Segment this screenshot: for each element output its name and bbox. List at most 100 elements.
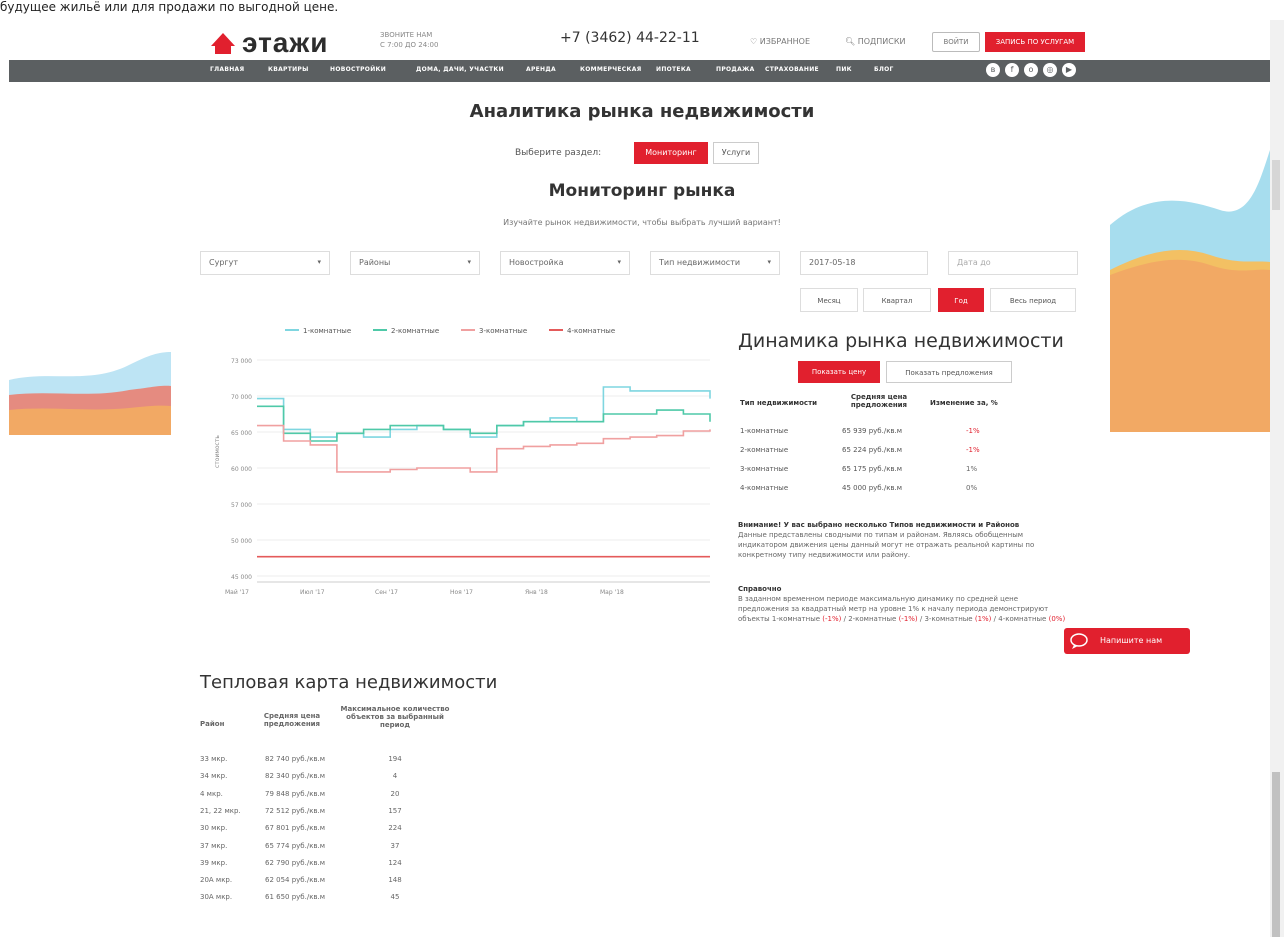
section-services-button[interactable]: Услуги [713, 142, 759, 164]
y-axis-label: стоимость [214, 435, 221, 468]
dyn-row-price: 45 000 руб./кв.м [842, 484, 903, 492]
heat-row-count: 20 [390, 789, 400, 798]
period-quarter-button[interactable]: Квартал [863, 288, 931, 312]
type-select[interactable]: Тип недвижимости ▾ [650, 251, 780, 275]
period-all-button[interactable]: Весь период [990, 288, 1076, 312]
period-month-button[interactable]: Месяц [800, 288, 858, 312]
legend-label: 4-комнатные [567, 327, 615, 335]
social-yt-icon[interactable]: ▶ [1062, 63, 1076, 77]
heat-row-count: 157 [388, 806, 402, 815]
reference-note: Справочно В заданном временном периоде м… [738, 584, 1068, 624]
call-us-label: ЗВОНИТЕ НАМ [380, 31, 433, 39]
heatmap-title: Тепловая карта недвижимости [200, 672, 498, 693]
scrollbar-thumb-inner[interactable] [1272, 160, 1280, 210]
building-value: Новостройка [509, 258, 564, 267]
heat-row-district: 30 мкр. [200, 824, 228, 833]
ref-link[interactable]: (0%) [1049, 615, 1066, 623]
section-monitoring-button[interactable]: Мониторинг [634, 142, 708, 164]
login-button[interactable]: ВОЙТИ [932, 32, 980, 52]
heat-row-price: 65 774 руб./кв.м [265, 841, 326, 850]
page-caption: будущее жильё или для продажи по выгодно… [0, 0, 339, 14]
scrollbar-thumb[interactable] [1272, 772, 1280, 937]
ref-link[interactable]: (1%) [975, 615, 992, 623]
heat-row-district: 30А мкр. [200, 893, 233, 902]
social-ok-icon[interactable]: о [1024, 63, 1038, 77]
dyn-row-type: 4-комнатные [740, 484, 789, 492]
show-offers-button[interactable]: Показать предложения [886, 361, 1012, 383]
dyn-row-change: -1% [966, 446, 980, 454]
nav-item[interactable]: ИПОТЕКА [656, 66, 691, 73]
social-f-icon[interactable]: f [1005, 63, 1019, 77]
heat-row-count: 194 [388, 755, 402, 763]
chevron-down-icon: ▾ [467, 258, 471, 266]
period-year-button[interactable]: Год [938, 288, 984, 312]
dyn-row-price: 65 175 руб./кв.м [842, 465, 903, 473]
x-tick-label: Июл '17 [300, 589, 325, 596]
dynamics-title: Динамика рынка недвижимости [738, 330, 1064, 352]
date-to-input[interactable]: Дата до [948, 251, 1078, 275]
heat-row-count: 224 [388, 824, 402, 833]
heat-row-count: 37 [390, 841, 400, 850]
y-tick-label: 57 000 [231, 502, 252, 509]
dyn-header-change: Изменение за, % [930, 399, 998, 407]
social-vk-icon[interactable]: в [986, 63, 1000, 77]
subscriptions-link[interactable]: 🔍︎ ПОДПИСКИ [845, 37, 906, 46]
heat-row-district: 4 мкр. [200, 789, 223, 798]
heat-row-price: 72 512 руб./кв.м [265, 806, 326, 815]
heat-row-price: 82 340 руб./кв.м [265, 772, 326, 781]
x-tick-label: Янв '18 [525, 589, 548, 596]
nav-item[interactable]: ПИК [836, 66, 852, 73]
chat-button[interactable]: Напишите нам [1064, 628, 1190, 654]
reference-title: Справочно [738, 585, 782, 593]
nav-item[interactable]: ГЛАВНАЯ [210, 66, 244, 73]
y-tick-label: 65 000 [231, 430, 252, 437]
cta-button[interactable]: ЗАПИСЬ ПО УСЛУГАМ [985, 32, 1085, 52]
legend-label: 1-комнатные [303, 327, 351, 335]
nav-item[interactable]: НОВОСТРОЙКИ [330, 66, 386, 73]
ref-link[interactable]: (-1%) [899, 615, 918, 623]
section-description: Изучайте рынок недвижимости, чтобы выбра… [503, 218, 781, 227]
nav-item[interactable]: ДОМА, ДАЧИ, УЧАСТКИ [416, 66, 504, 73]
district-select[interactable]: Районы ▾ [350, 251, 480, 275]
logo[interactable]: этажи [210, 27, 328, 58]
y-tick-label: 73 000 [231, 358, 252, 365]
favorites-link[interactable]: ♡ ИЗБРАННОЕ [750, 37, 810, 46]
nav-item[interactable]: СТРАХОВАНИЕ [765, 66, 819, 73]
building-select[interactable]: Новостройка ▾ [500, 251, 630, 275]
nav-item[interactable]: АРЕНДА [526, 66, 556, 73]
ref-text: / 3-комнатные [919, 615, 973, 623]
nav-item[interactable]: КВАРТИРЫ [268, 66, 309, 73]
social-inst-icon[interactable]: ◎ [1043, 63, 1057, 77]
y-tick-label: 45 000 [231, 574, 252, 581]
heat-row-price: 61 650 руб./кв.м [265, 893, 326, 902]
nav-item[interactable]: БЛОГ [874, 66, 894, 73]
chevron-down-icon: ▾ [317, 258, 321, 266]
choose-section-label: Выберите раздел: [515, 148, 602, 158]
ref-link[interactable]: (-1%) [822, 615, 841, 623]
city-value: Сургут [209, 258, 238, 267]
dyn-row-type: 2-комнатные [740, 446, 789, 454]
nav-item[interactable]: КОММЕРЧЕСКАЯ [580, 66, 642, 73]
dyn-header-price: Средняя цена предложения [850, 393, 908, 409]
nav-item[interactable]: ПРОДАЖА [716, 66, 755, 73]
x-tick-label: Май '17 [225, 589, 249, 596]
ref-text: / 4-комнатные [993, 615, 1047, 623]
heat-row-district: 33 мкр. [200, 755, 228, 763]
dyn-header-type: Тип недвижимости [740, 399, 818, 407]
dyn-row-change: 0% [966, 484, 978, 492]
warning-note: Внимание! У вас выбрано несколько Типов … [738, 520, 1068, 560]
phone-number[interactable]: +7 (3462) 44-22-11 [560, 30, 700, 46]
district-value: Районы [359, 258, 391, 267]
chat-bubble-icon [1070, 633, 1088, 649]
date-from-input[interactable]: 2017-05-18 [800, 251, 928, 275]
heat-row-price: 67 801 руб./кв.м [265, 824, 326, 833]
section-title: Мониторинг рынка [548, 181, 736, 201]
city-select[interactable]: Сургут ▾ [200, 251, 330, 275]
warning-text: Данные представлены сводными по типам и … [738, 531, 1035, 559]
show-price-button[interactable]: Показать цену [798, 361, 880, 383]
heat-header-district: Район [200, 720, 225, 728]
y-tick-label: 60 000 [231, 466, 252, 473]
heat-row-district: 20А мкр. [200, 876, 233, 885]
legend-label: 2-комнатные [391, 327, 439, 335]
y-tick-label: 50 000 [231, 538, 252, 545]
